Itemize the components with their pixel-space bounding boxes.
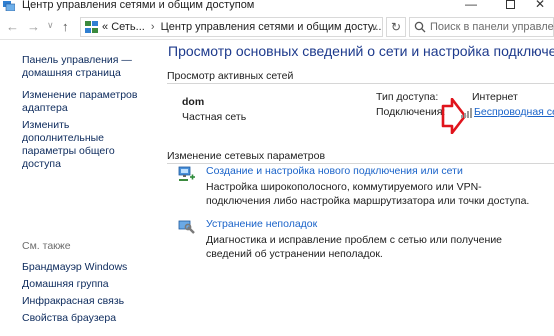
sidebar-link-control-panel-home[interactable]: Панель управления — домашняя страница xyxy=(22,54,147,80)
address-dropdown-button[interactable]: ∨ xyxy=(371,22,378,33)
search-placeholder: Поиск в панели управления xyxy=(430,21,554,33)
search-icon xyxy=(414,21,426,33)
change-settings-header: Изменение сетевых параметров xyxy=(167,150,326,162)
active-networks-header: Просмотр активных сетей xyxy=(167,70,294,82)
forward-button[interactable]: → xyxy=(27,19,40,34)
control-panel-icon xyxy=(85,21,98,33)
up-button[interactable]: ↑ xyxy=(62,19,69,34)
troubleshoot-description: Диагностика и исправление проблем с сеть… xyxy=(206,234,503,260)
breadcrumb-item-network-center[interactable]: Центр управления сетями и общим досту... xyxy=(161,21,382,33)
wireless-connection-link[interactable]: Беспроводная сеть xyxy=(474,106,554,118)
maximize-button[interactable] xyxy=(495,0,525,14)
sidebar-link-homegroup[interactable]: Домашняя группа xyxy=(22,278,147,291)
maximize-icon xyxy=(505,0,515,9)
sidebar-link-infrared[interactable]: Инфракрасная связь xyxy=(22,295,147,308)
sidebar-link-firewall[interactable]: Брандмауэр Windows xyxy=(22,261,147,274)
access-type-value: Интернет xyxy=(472,91,518,103)
sidebar-link-adapter-settings[interactable]: Изменение параметров адаптера xyxy=(22,89,147,115)
breadcrumb-item-network[interactable]: Сеть... xyxy=(111,21,145,33)
breadcrumb-separator: › xyxy=(150,21,155,33)
address-bar[interactable]: « Сеть... › Центр управления сетями и об… xyxy=(80,17,383,37)
setup-new-connection-link[interactable]: Создание и настройка нового подключения … xyxy=(206,165,463,177)
refresh-button[interactable]: ↻ xyxy=(386,17,406,37)
section-divider xyxy=(167,163,554,164)
recent-locations-button[interactable]: ∨ xyxy=(47,20,54,31)
access-type-label: Тип доступа: xyxy=(376,91,439,103)
back-button[interactable]: ← xyxy=(6,19,19,34)
setup-new-connection-description: Настройка широкополосного, коммутируемог… xyxy=(206,181,530,207)
navigation-bar: ← → ∨ ↑ « Сеть... › Центр управления сет… xyxy=(0,14,554,40)
wifi-icon xyxy=(461,108,472,118)
network-center-icon xyxy=(3,1,15,11)
sidebar-link-advanced-sharing[interactable]: Изменить дополнительные параметры общего… xyxy=(22,119,147,171)
connections-label: Подключения: xyxy=(376,106,446,118)
sidebar: Панель управления — домашняя страница Из… xyxy=(0,40,150,336)
see-also-label: См. также xyxy=(22,240,71,252)
page-title: Просмотр основных сведений о сети и наст… xyxy=(168,43,554,59)
section-divider xyxy=(167,83,554,84)
minimize-button[interactable]: — xyxy=(456,0,486,14)
close-button[interactable]: ✕ xyxy=(525,0,554,14)
network-type[interactable]: Частная сеть xyxy=(182,111,246,123)
breadcrumb: « Сеть... › Центр управления сетями и об… xyxy=(102,21,381,33)
troubleshoot-icon xyxy=(178,220,195,234)
troubleshoot-link[interactable]: Устранение неполадок xyxy=(206,218,317,230)
network-name: dom xyxy=(182,96,205,108)
sidebar-link-browser-properties[interactable]: Свойства браузера xyxy=(22,312,147,325)
network-setup-icon xyxy=(178,166,195,181)
main-content: Просмотр основных сведений о сети и наст… xyxy=(150,40,554,336)
title-bar: Центр управления сетями и общим доступом… xyxy=(0,0,554,14)
search-input[interactable]: Поиск в панели управления xyxy=(409,17,554,37)
breadcrumb-overflow[interactable]: « xyxy=(102,21,108,33)
window-title: Центр управления сетями и общим доступом xyxy=(22,0,255,11)
